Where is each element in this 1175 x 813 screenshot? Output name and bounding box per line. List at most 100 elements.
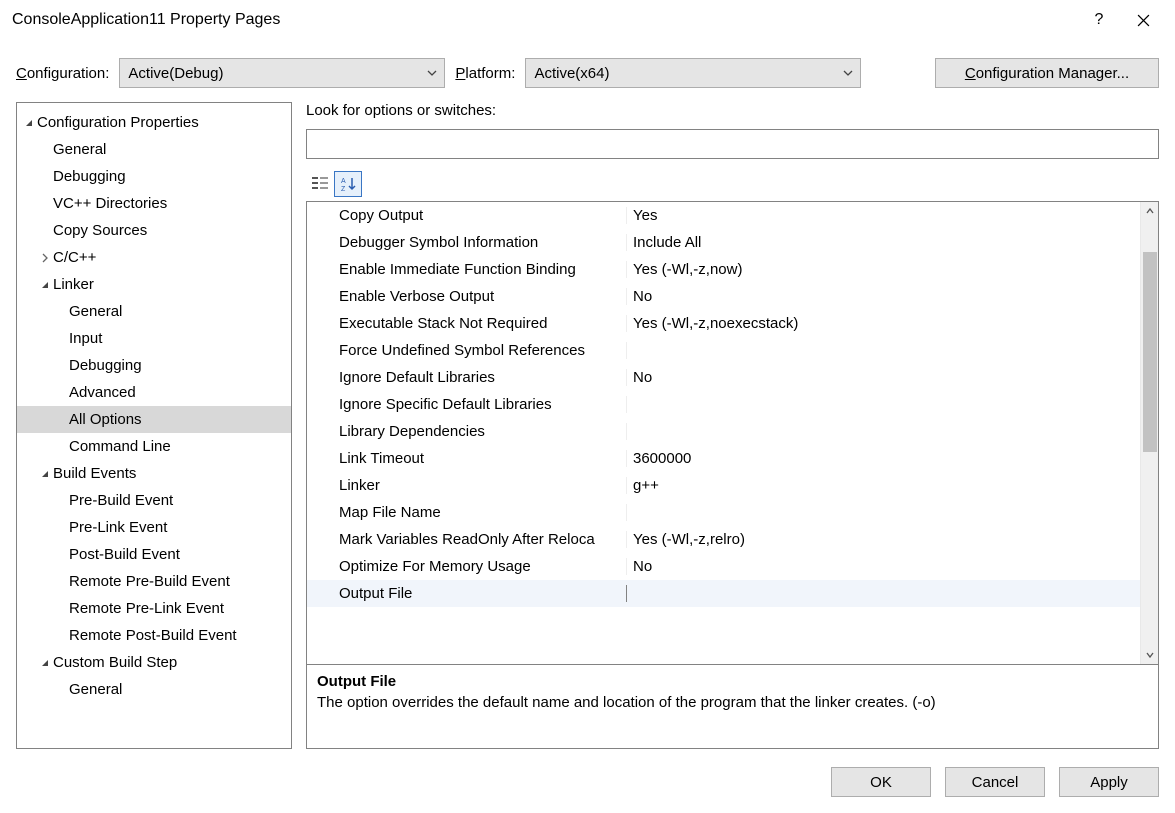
tree-node-linker-debugging[interactable]: Debugging [17, 352, 291, 379]
grid-scrollbar[interactable] [1140, 202, 1158, 664]
help-button[interactable]: ? [1077, 6, 1121, 34]
grid-row[interactable]: Link Timeout3600000 [307, 445, 1140, 472]
grid-cell-value: Yes (-Wl,-z,now) [627, 261, 1140, 278]
grid-cell-value: Include All [627, 234, 1140, 251]
scroll-thumb[interactable] [1143, 252, 1157, 452]
platform-value: Active(x64) [534, 65, 609, 82]
grid-cell-name: Linker [307, 477, 627, 494]
grid-row[interactable]: Ignore Default LibrariesNo [307, 364, 1140, 391]
collapse-icon [37, 466, 53, 482]
grid-cell-value: Yes (-Wl,-z,relro) [627, 531, 1140, 548]
grid-cell-name: Executable Stack Not Required [307, 315, 627, 332]
tree-node-linker[interactable]: Linker [17, 271, 291, 298]
svg-text:A: A [341, 178, 346, 185]
tree-node-copy-sources[interactable]: Copy Sources [17, 217, 291, 244]
expand-icon [37, 250, 53, 266]
chevron-down-icon [842, 68, 854, 78]
tree-node-debugging[interactable]: Debugging [17, 163, 291, 190]
grid-cell-name: Copy Output [307, 207, 627, 224]
grid-row[interactable]: Debugger Symbol InformationInclude All [307, 229, 1140, 256]
grid-cell-name: Ignore Specific Default Libraries [307, 396, 627, 413]
window-title: ConsoleApplication11 Property Pages [12, 11, 1077, 29]
grid-row[interactable]: Linkerg++ [307, 472, 1140, 499]
tree-node-postbuild-event[interactable]: Post-Build Event [17, 541, 291, 568]
tree-node-custom-general[interactable]: General [17, 676, 291, 703]
grid-cell-name: Force Undefined Symbol References [307, 342, 627, 359]
grid-cell-value: g++ [627, 477, 1140, 494]
tree-pane: Configuration Properties General Debuggi… [16, 102, 292, 749]
tree-node-linker-input[interactable]: Input [17, 325, 291, 352]
grid-cell-value: No [627, 288, 1140, 305]
grid-cell-name: Optimize For Memory Usage [307, 558, 627, 575]
grid-rows: Copy OutputYesDebugger Symbol Informatio… [307, 202, 1140, 664]
configuration-dropdown[interactable]: Active(Debug) [119, 58, 445, 88]
scroll-up-icon[interactable] [1141, 202, 1158, 220]
config-row: Configuration: Active(Debug) Platform: A… [0, 54, 1175, 102]
options-grid: Copy OutputYesDebugger Symbol Informatio… [306, 201, 1159, 665]
grid-row[interactable]: Copy OutputYes [307, 202, 1140, 229]
grid-row[interactable]: Map File Name [307, 499, 1140, 526]
grid-cell-name: Enable Immediate Function Binding [307, 261, 627, 278]
collapse-icon [37, 655, 53, 671]
platform-dropdown[interactable]: Active(x64) [525, 58, 861, 88]
grid-row[interactable]: Mark Variables ReadOnly After RelocaYes … [307, 526, 1140, 553]
grid-cell-value: Yes (-Wl,-z,noexecstack) [627, 315, 1140, 332]
scroll-down-icon[interactable] [1141, 646, 1158, 664]
tree-node-general[interactable]: General [17, 136, 291, 163]
chevron-down-icon [426, 68, 438, 78]
grid-row[interactable]: Optimize For Memory UsageNo [307, 553, 1140, 580]
body: Configuration Properties General Debuggi… [0, 102, 1175, 749]
platform-label: Platform: [455, 65, 515, 82]
ok-button[interactable]: OK [831, 767, 931, 797]
grid-row[interactable]: Executable Stack Not RequiredYes (-Wl,-z… [307, 310, 1140, 337]
configuration-label: Configuration: [16, 65, 109, 82]
collapse-icon [37, 277, 53, 293]
search-label: Look for options or switches: [306, 102, 1159, 119]
grid-row[interactable]: Force Undefined Symbol References [307, 337, 1140, 364]
tree: Configuration Properties General Debuggi… [17, 109, 291, 703]
footer: OK Cancel Apply [0, 749, 1175, 813]
grid-cell-name: Debugger Symbol Information [307, 234, 627, 251]
categorize-button[interactable] [306, 171, 334, 197]
grid-toolbar: A Z [306, 171, 1159, 197]
tree-node-ccpp[interactable]: C/C++ [17, 244, 291, 271]
grid-row[interactable]: Enable Immediate Function BindingYes (-W… [307, 256, 1140, 283]
sort-alpha-button[interactable]: A Z [334, 171, 362, 197]
grid-row[interactable]: Library Dependencies [307, 418, 1140, 445]
tree-node-linker-all-options[interactable]: All Options [17, 406, 291, 433]
grid-cell-value: No [627, 369, 1140, 386]
close-button[interactable] [1121, 6, 1165, 34]
tree-node-configuration-properties[interactable]: Configuration Properties [17, 109, 291, 136]
svg-text:Z: Z [341, 186, 346, 193]
collapse-icon [21, 115, 37, 131]
tree-node-remote-prebuild-event[interactable]: Remote Pre-Build Event [17, 568, 291, 595]
grid-cell-value: 3600000 [627, 450, 1140, 467]
titlebar: ConsoleApplication11 Property Pages ? [0, 0, 1175, 54]
tree-node-vc-directories[interactable]: VC++ Directories [17, 190, 291, 217]
tree-node-linker-advanced[interactable]: Advanced [17, 379, 291, 406]
tree-node-linker-command-line[interactable]: Command Line [17, 433, 291, 460]
apply-button[interactable]: Apply [1059, 767, 1159, 797]
configuration-manager-button[interactable]: Configuration Manager... [935, 58, 1159, 88]
grid-cell-name: Library Dependencies [307, 423, 627, 440]
cancel-button[interactable]: Cancel [945, 767, 1045, 797]
tree-node-linker-general[interactable]: General [17, 298, 291, 325]
property-pages-window: ConsoleApplication11 Property Pages ? Co… [0, 0, 1175, 813]
grid-row[interactable]: Output File [307, 580, 1140, 607]
grid-cell-name: Link Timeout [307, 450, 627, 467]
tree-node-prebuild-event[interactable]: Pre-Build Event [17, 487, 291, 514]
tree-node-prelink-event[interactable]: Pre-Link Event [17, 514, 291, 541]
grid-cell-name: Map File Name [307, 504, 627, 521]
tree-node-remote-postbuild-event[interactable]: Remote Post-Build Event [17, 622, 291, 649]
tree-node-build-events[interactable]: Build Events [17, 460, 291, 487]
help-box: Output File The option overrides the def… [306, 665, 1159, 749]
grid-row[interactable]: Ignore Specific Default Libraries [307, 391, 1140, 418]
tree-node-remote-prelink-event[interactable]: Remote Pre-Link Event [17, 595, 291, 622]
grid-cell-name: Output File [307, 585, 627, 602]
tree-node-custom-build-step[interactable]: Custom Build Step [17, 649, 291, 676]
grid-row[interactable]: Enable Verbose OutputNo [307, 283, 1140, 310]
search-input[interactable] [306, 129, 1159, 159]
help-title: Output File [317, 673, 1148, 690]
grid-cell-name: Ignore Default Libraries [307, 369, 627, 386]
help-description: The option overrides the default name an… [317, 694, 1148, 711]
